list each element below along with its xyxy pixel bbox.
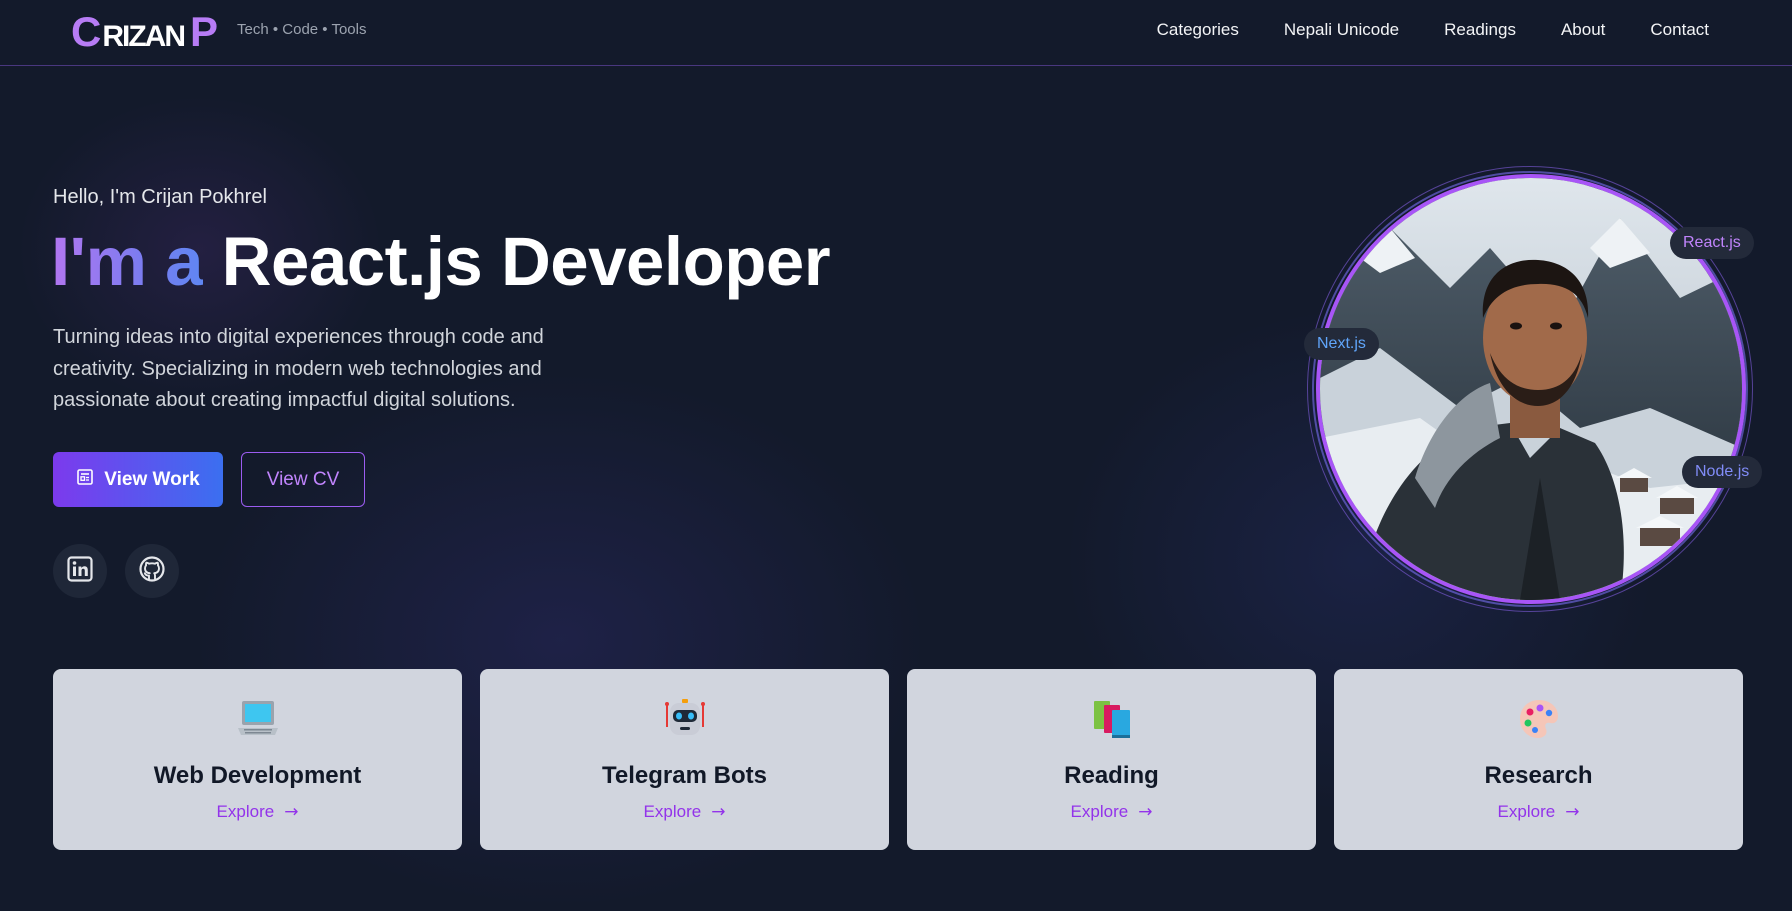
arrow-right-icon: → [711, 802, 726, 822]
card-title: Telegram Bots [602, 762, 767, 789]
hero-description: Turning ideas into digital experiences t… [53, 326, 544, 411]
github-link[interactable] [125, 544, 179, 598]
card-explore-link[interactable]: Explore → [53, 802, 462, 822]
card-explore-link[interactable]: Explore → [480, 802, 889, 822]
view-work-button[interactable]: View Work [53, 452, 223, 507]
card-title: Reading [1064, 762, 1159, 789]
linkedin-link[interactable] [53, 544, 107, 598]
headline-role: React.js Developer [221, 223, 831, 300]
github-icon [138, 555, 166, 588]
card-web-development[interactable]: Web Development Explore → [53, 669, 462, 850]
badge-node: Node.js [1682, 456, 1763, 488]
top-navbar: C RIZAN P Tech • Code • Tools Categories… [0, 0, 1792, 66]
linkedin-icon [67, 555, 93, 587]
card-explore-link[interactable]: Explore → [1334, 802, 1743, 822]
card-telegram-bots[interactable]: Telegram Bots Explore → [480, 669, 889, 850]
logo-letter-c: C [71, 8, 101, 55]
nav-link-categories[interactable]: Categories [1157, 20, 1239, 40]
books-icon [907, 697, 1316, 741]
laptop-icon [53, 697, 462, 741]
view-cv-button[interactable]: View CV [241, 452, 365, 507]
nav-link-about[interactable]: About [1561, 20, 1605, 40]
nav-links: Categories Nepali Unicode Readings About… [1157, 20, 1709, 40]
view-work-label: View Work [104, 468, 200, 490]
hero-headline: I'm a React.js Developer [51, 222, 831, 302]
card-explore-link[interactable]: Explore → [907, 802, 1316, 822]
site-logo[interactable]: C RIZAN P [71, 8, 218, 55]
site-tagline: Tech • Code • Tools [237, 21, 367, 38]
card-reading[interactable]: Reading Explore → [907, 669, 1316, 850]
card-title: Research [1484, 762, 1593, 789]
logo-letters: RIZAN [102, 20, 186, 53]
card-research[interactable]: Research Explore → [1334, 669, 1743, 850]
arrow-right-icon: → [1565, 802, 1580, 822]
nav-link-contact[interactable]: Contact [1650, 20, 1709, 40]
document-icon [76, 468, 94, 492]
headline-prefix: I'm a [51, 223, 203, 300]
palette-icon [1334, 697, 1743, 741]
nav-link-nepali-unicode[interactable]: Nepali Unicode [1284, 20, 1399, 40]
arrow-right-icon: → [284, 802, 299, 822]
badge-next: Next.js [1304, 328, 1379, 360]
hero-greeting: Hello, I'm Crijan Pokhrel [53, 186, 267, 208]
robot-icon [480, 697, 889, 741]
logo-letter-p: P [190, 8, 218, 55]
nav-link-readings[interactable]: Readings [1444, 20, 1516, 40]
badge-react: React.js [1670, 227, 1754, 259]
arrow-right-icon: → [1138, 802, 1153, 822]
card-title: Web Development [153, 762, 362, 789]
